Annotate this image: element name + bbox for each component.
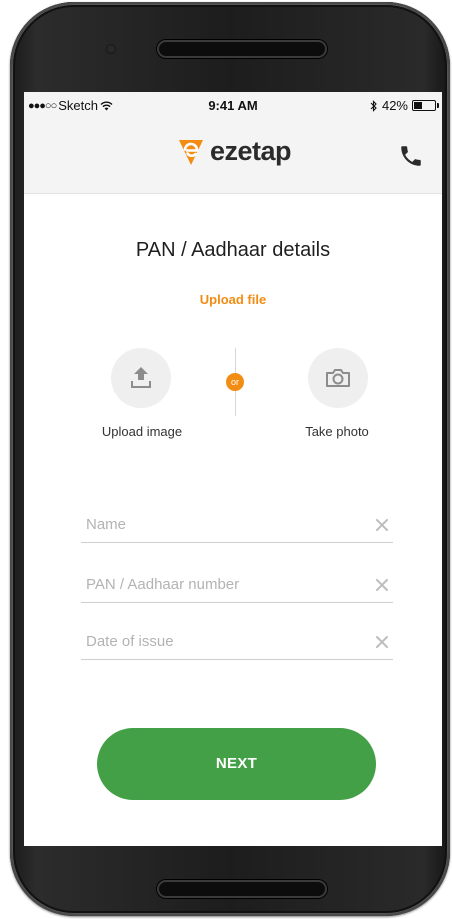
brand-name: ezetap (210, 136, 292, 166)
page-title: PAN / Aadhaar details (135, 239, 331, 261)
upload-image-caption: Upload image (101, 424, 183, 439)
battery-percent: 42% (381, 98, 408, 113)
pan-aadhaar-field (81, 568, 393, 603)
take-photo-button[interactable] (308, 348, 368, 408)
upload-image-button[interactable] (111, 348, 171, 408)
next-button[interactable]: NEXT (97, 728, 376, 800)
home-bar (157, 880, 327, 898)
app-screen: ●●●○○ Sketch 9:41 AM 42% ezetap PAN / Aa… (24, 92, 442, 846)
camera-icon (326, 369, 350, 387)
upload-icon (131, 367, 151, 388)
status-bar: ●●●○○ Sketch 9:41 AM 42% (24, 92, 442, 117)
app-header: ezetap (24, 117, 442, 194)
ezetap-logo-icon (179, 139, 203, 165)
take-photo-caption: Take photo (305, 424, 369, 439)
name-input[interactable] (84, 508, 358, 540)
or-badge: or (226, 373, 244, 391)
phone-call-icon[interactable] (398, 143, 424, 169)
battery-group: 42% (370, 98, 439, 113)
brand-logo-group: ezetap (176, 136, 292, 167)
battery-level (414, 102, 423, 109)
front-camera (106, 44, 116, 54)
clear-date-icon[interactable] (375, 635, 389, 649)
clear-name-icon[interactable] (375, 518, 389, 532)
name-field (81, 508, 393, 543)
battery-icon (412, 100, 439, 111)
upload-file-link[interactable]: Upload file (24, 292, 442, 307)
bluetooth-icon (370, 99, 377, 112)
clear-pan-icon[interactable] (375, 578, 389, 592)
date-of-issue-field (81, 625, 393, 660)
date-of-issue-input[interactable] (84, 625, 358, 657)
pan-aadhaar-input[interactable] (84, 568, 358, 600)
earpiece-speaker (157, 40, 327, 58)
